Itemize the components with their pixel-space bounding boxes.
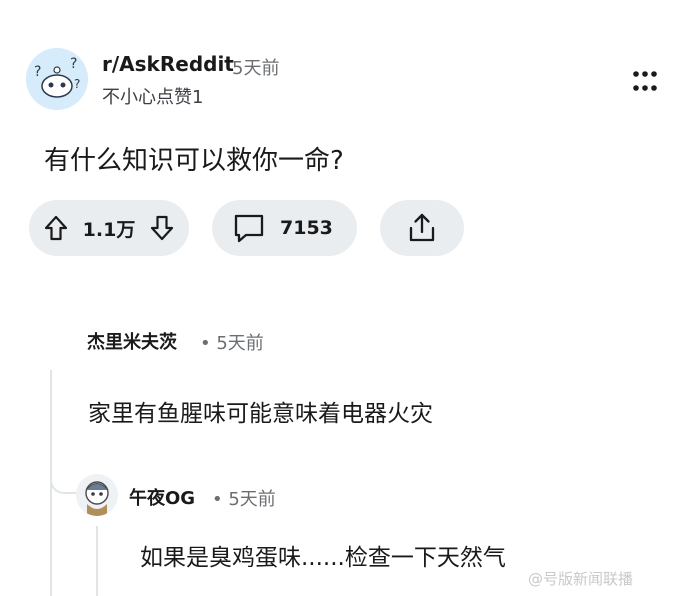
watermark: @号版新闻联播 xyxy=(528,570,634,588)
arrow-up-icon[interactable] xyxy=(43,214,69,242)
reply-connector xyxy=(50,466,78,494)
post-author[interactable]: 不小心点赞1 xyxy=(102,83,203,109)
comment-author[interactable]: 杰里米夫茨 xyxy=(87,328,177,354)
svg-text:?: ? xyxy=(34,64,41,80)
comment-time: • 5天前 xyxy=(212,489,276,510)
comment-body: 如果是臭鸡蛋味......检查一下天然气 xyxy=(140,545,506,571)
comment-count: 7153 xyxy=(280,217,333,239)
post-time: 5天前 xyxy=(232,58,280,79)
comments-button[interactable]: 7153 xyxy=(212,200,357,256)
comment-time: • 5天前 xyxy=(200,333,264,354)
comment-bubble-icon xyxy=(234,214,264,243)
share-button[interactable] xyxy=(380,200,464,256)
more-options-button[interactable] xyxy=(632,70,658,92)
thread-line[interactable] xyxy=(96,526,98,596)
vote-bar: 1.1万 xyxy=(29,200,189,256)
svg-text:?: ? xyxy=(70,56,77,72)
subreddit-name[interactable]: r/AskReddit xyxy=(102,52,234,76)
arrow-down-icon[interactable] xyxy=(149,214,175,242)
comment-author[interactable]: 午夜OG xyxy=(129,484,195,510)
post-title[interactable]: 有什么知识可以救你一命? xyxy=(44,140,344,177)
avatar[interactable] xyxy=(76,474,118,516)
comment-body: 家里有鱼腥味可能意味着电器火灾 xyxy=(88,401,433,427)
share-icon xyxy=(409,213,435,242)
more-vertical-icon xyxy=(633,71,657,91)
subreddit-avatar[interactable]: ? ? ? xyxy=(26,48,88,110)
vote-count: 1.1万 xyxy=(82,218,136,241)
svg-text:?: ? xyxy=(74,77,80,91)
